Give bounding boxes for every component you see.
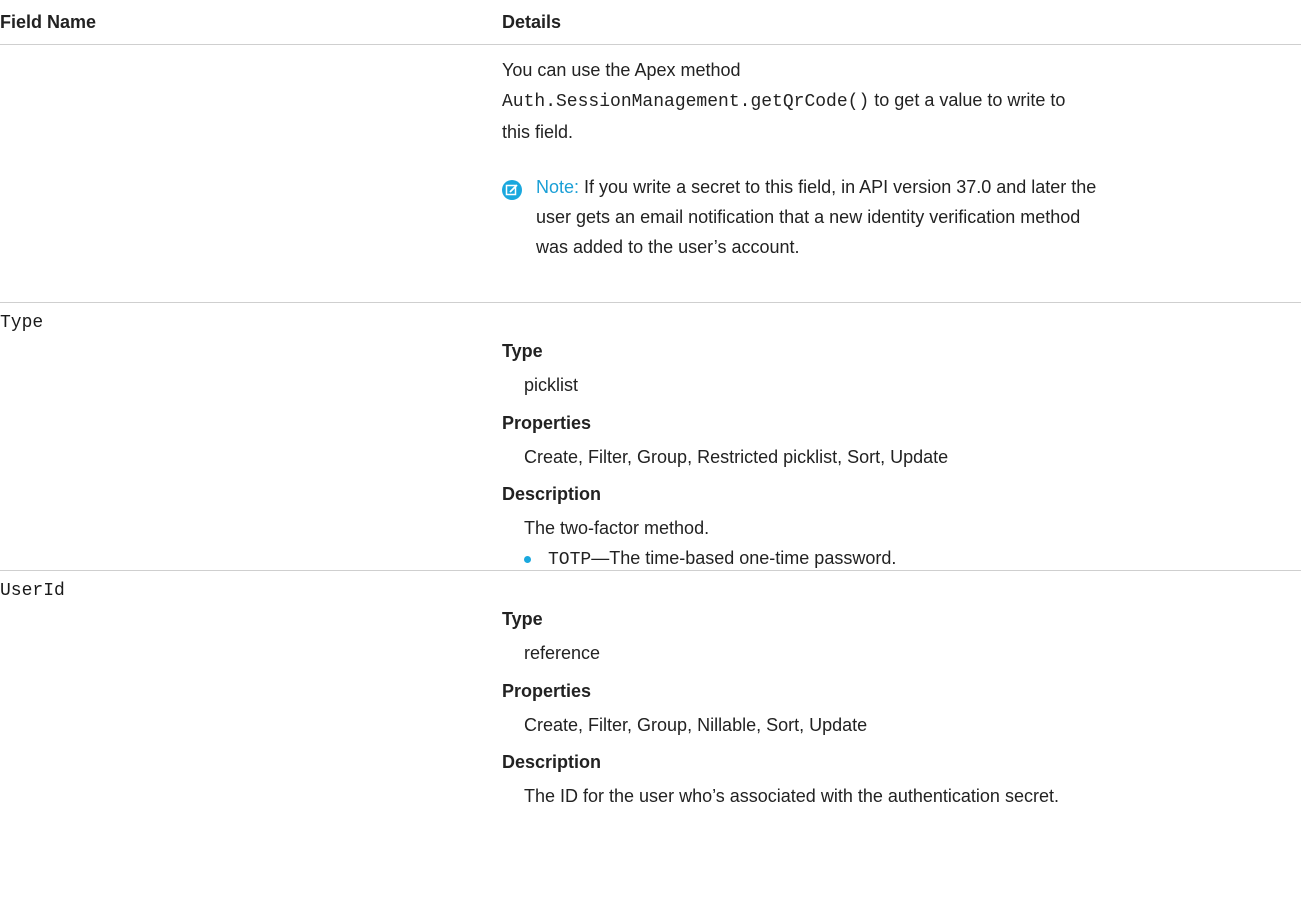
properties-value: Create, Filter, Group, Restricted pickli… [524, 447, 949, 467]
field-name-column-header: Field Name [0, 12, 97, 32]
table-row-continuation: You can use the Apex method Auth.Session… [0, 45, 1301, 303]
description-label: Description [502, 484, 602, 504]
note-line-2: user gets an email notification that a n… [536, 207, 1081, 227]
intro-line-1: You can use the Apex method [502, 60, 741, 80]
table-header: Field Name Details [0, 0, 1301, 45]
table-row-type: Type Type picklist Properties Create, Fi… [0, 303, 1301, 571]
apex-method-code: Auth.SessionManagement.getQrCode() [502, 92, 870, 112]
properties-value: Create, Filter, Group, Nillable, Sort, U… [524, 715, 868, 735]
details-cell: You can use the Apex method Auth.Session… [502, 55, 1292, 257]
description-value: The two-factor method. [524, 518, 710, 538]
bullet-code: TOTP [548, 550, 592, 570]
intro-line-2: to get a value to write to [874, 90, 1066, 110]
note-line-1: If you write a secret to this field, in … [584, 177, 1097, 197]
description-label: Description [502, 752, 602, 772]
field-name-type: Type [0, 313, 44, 333]
type-value: reference [524, 643, 601, 663]
intro-line-3: this field. [502, 122, 574, 142]
type-value: picklist [524, 375, 579, 395]
details-column-header: Details [502, 12, 562, 32]
note-line-3: was added to the user’s account. [536, 237, 800, 257]
note-edit-icon [502, 180, 522, 200]
bullet-text: —The time-based one-time password. [591, 548, 897, 568]
intro-text: You can use the Apex method Auth.Session… [502, 55, 1292, 147]
bullet-dot [524, 556, 531, 563]
note-body: Note: If you write a secret to this fiel… [536, 172, 1296, 262]
note-label: Note: [536, 177, 580, 197]
field-name-userid: UserId [0, 581, 65, 601]
table-row-userid: UserId Type reference Properties Create,… [0, 571, 1301, 831]
description-value: The ID for the user who’s associated wit… [524, 786, 1059, 806]
properties-label: Properties [502, 681, 592, 701]
bullet-item: TOTP—The time-based one-time password. [548, 548, 896, 570]
type-label: Type [502, 341, 543, 361]
type-label: Type [502, 609, 543, 629]
properties-label: Properties [502, 413, 592, 433]
